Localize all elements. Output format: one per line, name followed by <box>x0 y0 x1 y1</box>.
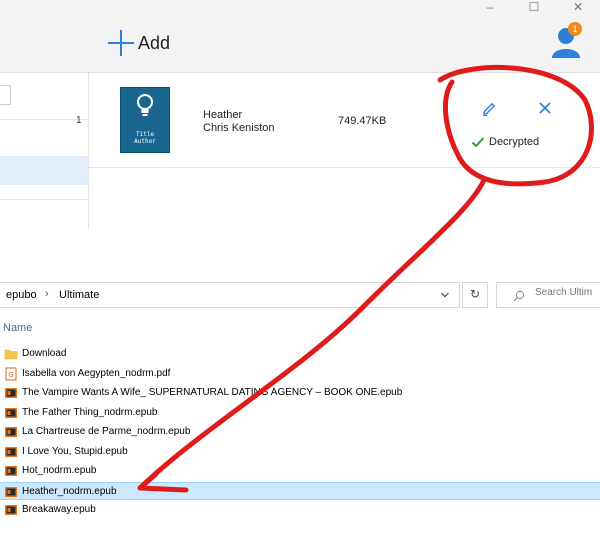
left-panel-input[interactable] <box>0 85 11 105</box>
pdf-file-icon: G <box>4 367 18 381</box>
row-number: 1 <box>76 115 82 126</box>
search-icon <box>513 290 525 302</box>
file-row[interactable]: Heather_nodrm.epub <box>0 481 600 500</box>
svg-text:G: G <box>8 371 13 379</box>
address-bar[interactable]: epubo › Ultimate <box>0 282 460 308</box>
file-name: Breakaway.epub <box>22 504 96 515</box>
breadcrumb-current[interactable]: Ultimate <box>59 289 99 301</box>
epub-file-icon <box>4 464 18 478</box>
edit-pencil-icon[interactable] <box>481 101 497 117</box>
file-name: The Father Thing_nodrm.epub <box>22 406 158 418</box>
close-window-button[interactable]: ✕ <box>556 0 600 14</box>
checkmark-icon <box>471 137 485 148</box>
toolbar: Add 1 <box>0 14 600 73</box>
book-list: 1 Title Author Heather Chris Keniston 74… <box>76 73 600 228</box>
left-panel-divider <box>0 119 88 120</box>
file-row[interactable]: Hot_nodrm.epub <box>0 462 600 480</box>
notification-badge: 1 <box>568 22 582 36</box>
window-controls: – ☐ ✕ <box>468 0 600 14</box>
file-row[interactable]: Download <box>0 345 600 363</box>
file-name: Heather_nodrm.epub <box>22 485 117 497</box>
add-button[interactable]: Add <box>108 30 170 56</box>
book-title: Heather <box>203 109 243 121</box>
book-row[interactable]: 1 Title Author Heather Chris Keniston 74… <box>76 73 600 168</box>
file-row[interactable]: G Isabella von Aegypten_nodrm.pdf <box>0 365 600 383</box>
lightbulb-icon <box>137 94 153 116</box>
epub-file-icon <box>4 406 18 420</box>
minimize-button[interactable]: – <box>468 0 512 14</box>
epub-file-icon <box>4 425 18 439</box>
remove-x-icon[interactable] <box>538 101 552 115</box>
epub-file-icon <box>4 386 18 400</box>
epub-file-icon <box>4 485 18 499</box>
status-text: Decrypted <box>489 136 540 148</box>
search-box[interactable] <box>496 282 600 308</box>
file-name: The Vampire Wants A Wife_ SUPERNATURAL D… <box>22 387 403 398</box>
book-cover: Title Author <box>120 87 170 153</box>
file-row[interactable]: The Father Thing_nodrm.epub <box>0 404 600 422</box>
file-row[interactable]: I Love You, Stupid.epub <box>0 443 600 461</box>
epub-file-icon <box>4 445 18 459</box>
file-name: La Chartreuse de Parme_nodrm.epub <box>22 426 191 437</box>
cover-text: Title Author <box>121 131 169 145</box>
folder-icon <box>4 347 18 361</box>
cover-author-text: Author <box>134 138 156 145</box>
breadcrumb-root[interactable]: epubo <box>6 289 37 301</box>
book-size: 749.47KB <box>338 115 387 127</box>
plus-icon <box>108 30 134 56</box>
maximize-button[interactable]: ☐ <box>512 0 556 14</box>
file-row[interactable]: La Chartreuse de Parme_nodrm.epub <box>0 423 600 441</box>
search-input[interactable] <box>535 287 600 298</box>
epub-file-icon <box>4 503 18 517</box>
file-row[interactable]: Breakaway.epub <box>0 501 600 519</box>
file-name: Isabella von Aegypten_nodrm.pdf <box>22 367 171 379</box>
refresh-button[interactable]: ↻ <box>462 282 488 308</box>
file-name: Download <box>22 348 67 359</box>
file-explorer: epubo › Ultimate ↻ Name Download G Isabell… <box>0 272 600 556</box>
book-author: Chris Keniston <box>203 122 275 134</box>
left-panel <box>0 73 89 228</box>
cover-title-text: Title <box>135 131 155 138</box>
app-window: – ☐ ✕ Add 1 1 Title Author Heather Chris… <box>0 0 600 228</box>
decrypted-status: Decrypted <box>471 136 539 148</box>
file-row[interactable]: The Vampire Wants A Wife_ SUPERNATURAL D… <box>0 384 600 402</box>
breadcrumb-chevron-icon[interactable]: › <box>45 288 49 300</box>
column-header-name[interactable]: Name <box>3 322 32 334</box>
chevron-down-icon[interactable] <box>440 290 450 300</box>
left-panel-divider <box>0 199 88 200</box>
left-panel-selected-item[interactable] <box>0 156 88 185</box>
file-name: Hot_nodrm.epub <box>22 465 97 476</box>
file-name: I Love You, Stupid.epub <box>22 445 128 457</box>
add-button-label: Add <box>138 32 171 53</box>
refresh-icon: ↻ <box>470 287 481 301</box>
